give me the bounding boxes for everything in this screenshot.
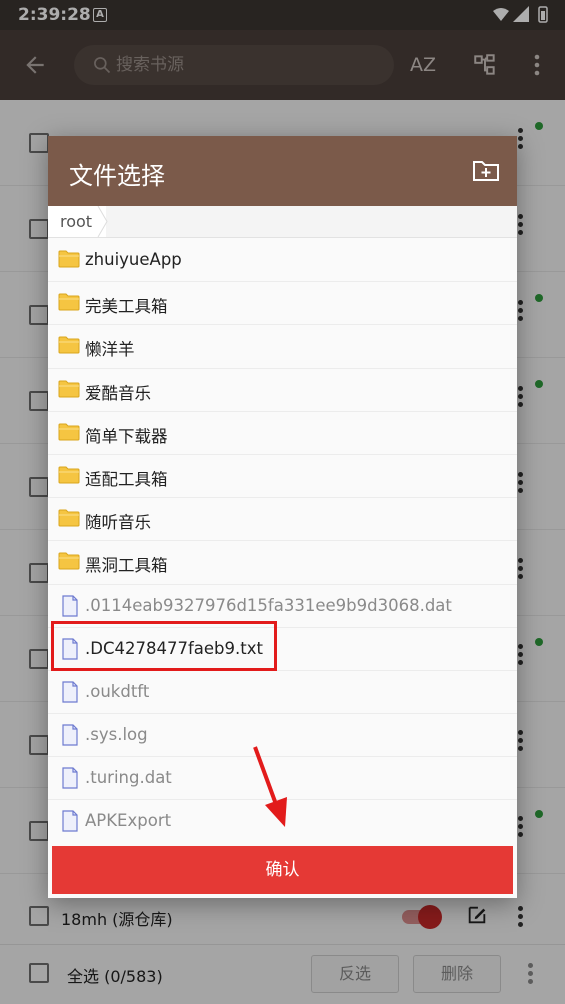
folder-icon bbox=[58, 423, 80, 445]
create-folder-icon[interactable] bbox=[472, 158, 500, 188]
file-item[interactable]: .DC4278477faeb9.txt bbox=[48, 627, 517, 671]
item-name: zhuiyueApp bbox=[85, 250, 182, 269]
folder-item[interactable]: 完美工具箱 bbox=[48, 282, 517, 326]
folder-item[interactable]: zhuiyueApp bbox=[48, 239, 517, 283]
folder-icon bbox=[58, 380, 80, 402]
file-icon bbox=[61, 810, 79, 836]
item-name: .oukdtft bbox=[85, 681, 150, 701]
item-name: APKExport bbox=[85, 811, 172, 831]
folder-item[interactable]: 黑洞工具箱 bbox=[48, 541, 517, 585]
folder-icon bbox=[58, 466, 80, 488]
item-name: 适配工具箱 bbox=[85, 469, 168, 489]
item-name: 爱酷音乐 bbox=[85, 383, 151, 403]
dialog-title: 文件选择 bbox=[69, 162, 165, 190]
breadcrumb-chevron-icon bbox=[97, 205, 109, 241]
file-item[interactable]: .oukdtft bbox=[48, 670, 517, 715]
red-arrow-icon bbox=[247, 745, 293, 835]
item-name: .DC4278477faeb9.txt bbox=[85, 638, 263, 658]
breadcrumb: root bbox=[48, 205, 517, 241]
item-name: 懒洋羊 bbox=[85, 340, 135, 360]
folder-icon bbox=[58, 336, 80, 358]
file-icon bbox=[61, 638, 79, 664]
folder-icon bbox=[58, 293, 80, 315]
item-name: 简单下载器 bbox=[85, 426, 168, 446]
folder-item[interactable]: 适配工具箱 bbox=[48, 454, 517, 499]
file-icon bbox=[61, 681, 79, 707]
confirm-button[interactable]: 确认 bbox=[52, 846, 513, 894]
item-name: 随听音乐 bbox=[85, 513, 151, 533]
item-name: .turing.dat bbox=[85, 768, 172, 788]
folder-item[interactable]: 爱酷音乐 bbox=[48, 368, 517, 412]
dialog-header: 文件选择 bbox=[48, 136, 517, 206]
item-name: 黑洞工具箱 bbox=[85, 556, 168, 576]
folder-item[interactable]: 简单下载器 bbox=[48, 411, 517, 455]
folder-item[interactable]: 懒洋羊 bbox=[48, 325, 517, 369]
file-item[interactable]: .0114eab9327976d15fa331ee9b9d3068.dat bbox=[48, 584, 517, 628]
folder-item[interactable]: 随听音乐 bbox=[48, 498, 517, 542]
folder-icon bbox=[58, 509, 80, 531]
file-icon bbox=[61, 767, 79, 793]
item-name: .sys.log bbox=[85, 725, 148, 745]
item-name: .0114eab9327976d15fa331ee9b9d3068.dat bbox=[85, 595, 452, 615]
file-icon bbox=[61, 594, 79, 621]
file-icon bbox=[61, 724, 79, 750]
item-name: 完美工具箱 bbox=[85, 297, 168, 317]
folder-icon bbox=[58, 552, 80, 574]
folder-icon bbox=[58, 250, 80, 272]
